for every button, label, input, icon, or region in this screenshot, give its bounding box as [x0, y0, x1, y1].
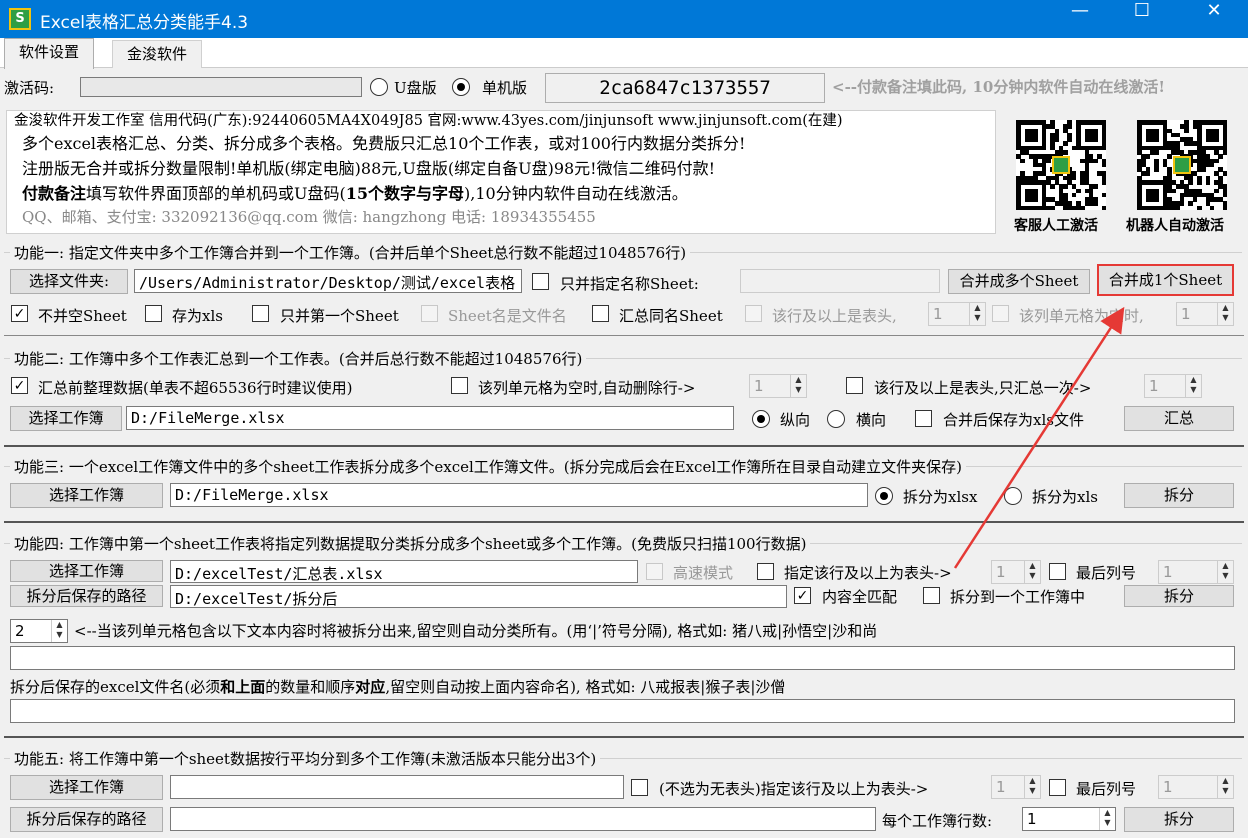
- red-arrow-icon: [953, 306, 1125, 569]
- annotation-arrow-overlay: [953, 306, 1125, 569]
